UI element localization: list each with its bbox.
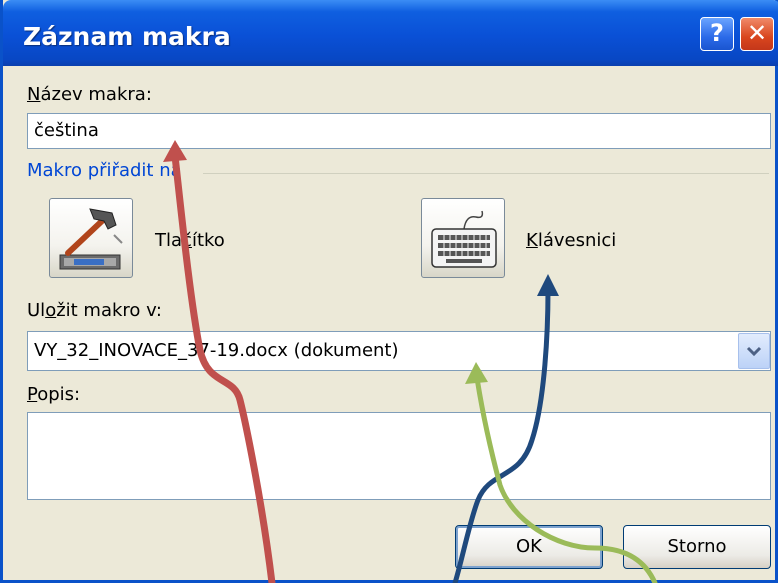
help-button[interactable]: ? xyxy=(700,17,734,51)
macro-name-input[interactable]: čeština xyxy=(27,113,771,149)
title-bar[interactable]: Záznam makra ? ✕ xyxy=(3,0,778,66)
assign-keyboard-button[interactable] xyxy=(421,198,505,278)
assign-button-button[interactable] xyxy=(49,198,133,278)
chevron-down-icon xyxy=(746,346,762,357)
store-in-select[interactable]: VY_32_INOVACE_37-19.docx (dokument) xyxy=(27,331,771,371)
store-in-label: Uložit makro v: xyxy=(27,300,162,321)
assign-button-label: Tlačítko xyxy=(155,230,225,251)
description-input[interactable] xyxy=(27,412,771,500)
macro-record-dialog: Záznam makra ? ✕ Název makra: čeština Ma… xyxy=(0,0,778,583)
group-divider xyxy=(203,173,769,174)
ok-button[interactable]: OK xyxy=(455,525,603,569)
hammer-icon xyxy=(59,208,123,270)
macro-name-label: Název makra: xyxy=(27,84,152,105)
dropdown-button[interactable] xyxy=(738,333,770,369)
help-icon: ? xyxy=(710,19,724,47)
dialog-title: Záznam makra xyxy=(23,22,231,51)
close-button[interactable]: ✕ xyxy=(740,17,774,51)
cancel-button[interactable]: Storno xyxy=(623,525,771,569)
assign-keyboard-label: Klávesnici xyxy=(526,230,617,251)
description-label: Popis: xyxy=(27,384,81,405)
keyboard-icon xyxy=(431,210,497,268)
close-icon: ✕ xyxy=(746,19,768,47)
assign-group-label: Makro přiřadit na xyxy=(27,160,188,181)
